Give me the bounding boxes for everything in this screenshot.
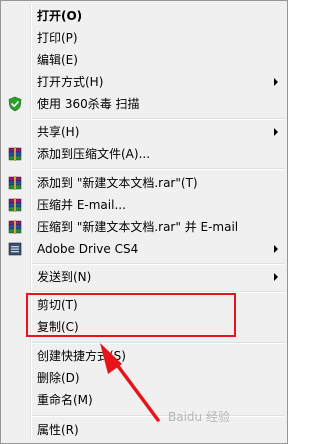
menu-item-delete-label: 删除(D): [37, 371, 80, 385]
winrar-books-icon: [8, 176, 22, 190]
menu-item-share[interactable]: 共享(H): [3, 121, 285, 143]
winrar-books-icon: [8, 147, 22, 161]
menu-separator: [32, 342, 285, 344]
menu-item-send-to-label: 发送到(N): [37, 270, 92, 284]
watermark-logo: Baidu 经验: [168, 410, 230, 424]
context-menu: 打开(O) 打印(P) 编辑(E) 打开方式(H) 使用 360杀毒 扫描 共享…: [0, 0, 288, 444]
shield-icon: [8, 96, 22, 112]
menu-item-edit[interactable]: 编辑(E): [3, 49, 285, 71]
menu-item-rename-label: 重命名(M): [37, 393, 93, 407]
menu-item-properties[interactable]: 属性(R): [3, 419, 285, 441]
submenu-arrow-icon: [274, 273, 278, 281]
submenu-arrow-icon: [274, 78, 278, 86]
menu-item-open-label: 打开(O): [37, 9, 83, 23]
menu-item-print[interactable]: 打印(P): [3, 27, 285, 49]
menu-item-open-with[interactable]: 打开方式(H): [3, 71, 285, 93]
menu-separator: [32, 168, 285, 170]
menu-item-create-shortcut[interactable]: 创建快捷方式(S): [3, 345, 285, 367]
menu-item-compress-rar-email[interactable]: 压缩到 "新建文本文档.rar" 并 E-mail: [3, 216, 285, 238]
menu-item-rename[interactable]: 重命名(M): [3, 389, 285, 411]
menu-item-open-with-label: 打开方式(H): [37, 75, 104, 89]
menu-item-360-scan-label: 使用 360杀毒 扫描: [37, 97, 140, 111]
menu-item-compress-email-label: 压缩并 E-mail...: [37, 198, 126, 212]
submenu-arrow-icon: [274, 128, 278, 136]
menu-item-add-archive[interactable]: 添加到压缩文件(A)...: [3, 143, 285, 165]
menu-separator: [32, 118, 285, 120]
menu-item-adobe-drive-label: Adobe Drive CS4: [37, 242, 139, 256]
menu-item-add-to-rar-label: 添加到 "新建文本文档.rar"(T): [37, 176, 198, 190]
menu-item-edit-label: 编辑(E): [37, 53, 78, 67]
menu-item-share-label: 共享(H): [37, 125, 80, 139]
menu-separator: [32, 415, 285, 417]
menu-item-360-scan[interactable]: 使用 360杀毒 扫描: [3, 93, 285, 115]
menu-item-compress-rar-email-label: 压缩到 "新建文本文档.rar" 并 E-mail: [37, 220, 239, 234]
menu-item-create-shortcut-label: 创建快捷方式(S): [37, 349, 126, 363]
winrar-books-icon: [8, 198, 22, 212]
menu-item-send-to[interactable]: 发送到(N): [3, 266, 285, 288]
winrar-books-icon: [8, 220, 22, 234]
menu-item-properties-label: 属性(R): [37, 423, 79, 437]
submenu-arrow-icon: [274, 245, 278, 253]
adobe-drive-icon: [8, 242, 22, 256]
menu-item-open[interactable]: 打开(O): [3, 5, 285, 27]
menu-item-delete[interactable]: 删除(D): [3, 367, 285, 389]
menu-item-add-archive-label: 添加到压缩文件(A)...: [37, 147, 151, 161]
menu-separator: [32, 263, 285, 265]
menu-item-print-label: 打印(P): [37, 31, 78, 45]
annotation-highlight-box: [26, 293, 236, 337]
menu-item-adobe-drive[interactable]: Adobe Drive CS4: [3, 238, 285, 260]
menu-item-add-to-rar[interactable]: 添加到 "新建文本文档.rar"(T): [3, 172, 285, 194]
menu-item-compress-email[interactable]: 压缩并 E-mail...: [3, 194, 285, 216]
